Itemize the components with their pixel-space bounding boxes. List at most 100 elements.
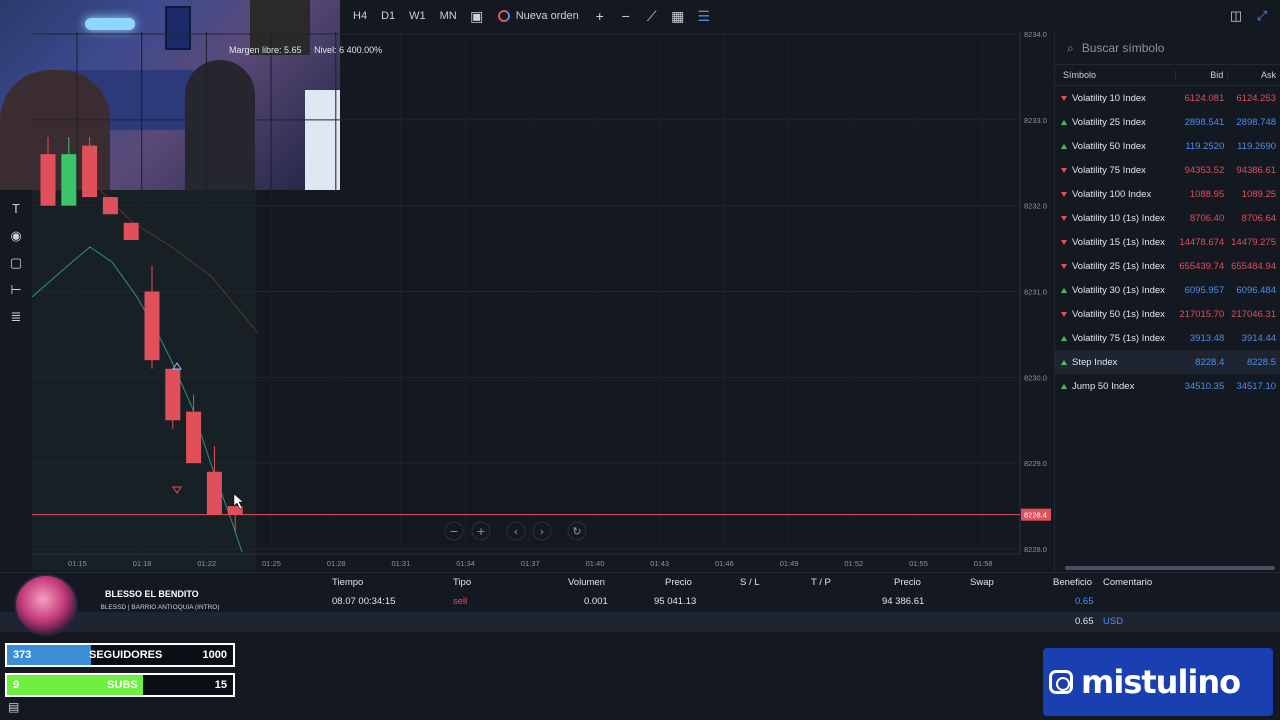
watch-row[interactable]: Volatility 75 Index 94353.52 94386.61 [1055, 158, 1280, 182]
zoom-button-label: + [476, 525, 485, 538]
symbol-search[interactable]: ⌕ Buscar símbolo [1055, 32, 1280, 64]
arrow-up-icon [1061, 335, 1067, 341]
screenshot-icon[interactable]: ◫ [1226, 6, 1246, 26]
col-ask[interactable]: Ask [1228, 70, 1280, 80]
watch-row[interactable]: Volatility 25 Index 2898.541 2898.748 [1055, 110, 1280, 134]
watch-row[interactable]: Volatility 100 Index 1088.95 1089.25 [1055, 182, 1280, 206]
new-order-label: Nueva orden [515, 10, 579, 22]
chart-type-icon[interactable]: ▣ [464, 0, 490, 32]
ask-cell: 2898.748 [1236, 116, 1277, 128]
arrow-down-icon [1061, 215, 1067, 221]
tree-icon[interactable]: ⊢ [0, 276, 32, 303]
col-symbol[interactable]: Símbolo [1055, 70, 1177, 80]
price-tick-label: 8228.0 [1024, 545, 1047, 554]
horizontal-scrollbar[interactable] [1065, 566, 1275, 570]
symbol-name: Volatility 25 (1s) Index [1072, 260, 1165, 272]
time-tick-label: 01:58 [974, 559, 993, 568]
instagram-icon [1049, 670, 1073, 694]
time-tick-label: 01:18 [133, 559, 152, 568]
watch-row[interactable]: Volatility 15 (1s) Index 14478.674 14479.2… [1055, 230, 1280, 254]
symbol-cell: Volatility 75 Index [1055, 165, 1176, 176]
drawing-tools: T ◉ ▢ ⊢ ≣ [0, 195, 32, 330]
time-tick-label: 01:46 [715, 559, 734, 568]
symbol-cell: Step Index [1055, 357, 1176, 368]
symbol-cell: Volatility 10 Index [1055, 93, 1176, 104]
arrow-up-icon [1061, 119, 1067, 125]
new-order-button[interactable]: Nueva orden [490, 10, 587, 22]
instagram-handle: mistulino [1081, 663, 1241, 701]
col-bid[interactable]: Bid [1176, 70, 1229, 80]
fullscreen-icon[interactable]: ⤢ [1252, 6, 1272, 26]
arrow-up-icon [1061, 287, 1067, 293]
symbol-cell: Volatility 50 Index [1055, 141, 1176, 152]
arrow-down-icon [1061, 95, 1067, 101]
price-tick-label: 8233.0 [1024, 116, 1047, 125]
zoom-out-icon[interactable]: − [613, 0, 639, 32]
watch-row[interactable]: Volatility 25 (1s) Index 655439.74 655484.… [1055, 254, 1280, 278]
symbol-name: Volatility 75 (1s) Index [1072, 332, 1165, 344]
trade-volume: 0.001 [584, 596, 608, 607]
symbol-name: Volatility 50 (1s) Index [1072, 308, 1165, 320]
template-icon[interactable]: ☰ [691, 0, 717, 32]
ask-cell: 1089.25 [1241, 188, 1277, 200]
indicators-icon[interactable]: ⟋ [639, 0, 665, 32]
margin-info: Margen libre: 5.65 Nivel: 6 400.00% [229, 45, 382, 55]
watch-row[interactable]: Volatility 10 (1s) Index 8706.40 8706.64 [1055, 206, 1280, 230]
ask-cell: 655484.94 [1231, 260, 1277, 272]
text-tool-icon[interactable]: T [0, 195, 32, 222]
calculator-icon[interactable]: ▤ [8, 700, 19, 714]
timeframe-mn[interactable]: MN [433, 0, 464, 32]
bid-cell: 8706.40 [1189, 212, 1225, 224]
watch-row[interactable]: Volatility 10 Index 6124.081 6124.253 [1055, 86, 1280, 110]
bid-cell: 217015.70 [1179, 308, 1225, 320]
price-tick-label: 8230.0 [1024, 373, 1047, 382]
symbol-cell: Volatility 10 (1s) Index [1055, 213, 1176, 224]
price-chart[interactable]: 8234.0 8233.0 8232.0 8231.0 8230.0 8229.0 8228… [32, 32, 1054, 572]
ask-cell: 3914.44 [1241, 332, 1277, 344]
candle-body [206, 471, 222, 515]
ask-cell: 14479.275 [1231, 236, 1277, 248]
time-tick-label: 01:37 [521, 559, 540, 568]
lock-icon[interactable]: ▢ [0, 249, 32, 276]
zoom-button-label: − [449, 525, 458, 538]
search-input[interactable]: Buscar símbolo [1082, 41, 1165, 55]
watch-row[interactable]: Volatility 30 (1s) Index 6095.957 6096.484 [1055, 278, 1280, 302]
price-tick-label: 8229.0 [1024, 459, 1047, 468]
followers-label: SEGUIDORES [89, 649, 163, 661]
bid-cell: 6095.957 [1184, 284, 1225, 296]
ask-cell: 8706.64 [1241, 212, 1277, 224]
instagram-banner: mistulino [1043, 648, 1273, 716]
chart-svg: 8234.0 8233.0 8232.0 8231.0 8230.0 8229.0 8228… [32, 32, 1051, 570]
bid-cell: 8228.4 [1195, 356, 1225, 368]
symbol-name: Volatility 50 Index [1072, 140, 1146, 152]
watch-row[interactable]: Jump 50 Index 34510.35 34517.10 [1055, 374, 1280, 398]
calendar-icon[interactable]: ▦ [665, 0, 691, 32]
trade-profit: 0.65 [1075, 596, 1094, 607]
followers-goal-bar: 373 SEGUIDORES 1000 [5, 643, 235, 667]
watch-row[interactable]: Volatility 50 (1s) Index 217015.70 217046.… [1055, 302, 1280, 326]
watch-row[interactable]: Step Index 8228.4 8228.5 [1055, 350, 1280, 374]
symbol-name: Volatility 30 (1s) Index [1072, 284, 1165, 296]
symbol-name: Volatility 10 (1s) Index [1072, 212, 1165, 224]
bid-cell: 655439.74 [1179, 260, 1225, 272]
time-tick-label: 01:49 [780, 559, 799, 568]
arrow-down-icon [1061, 263, 1067, 269]
layers-icon[interactable]: ≣ [0, 303, 32, 330]
bid-cell: 14478.674 [1179, 236, 1225, 248]
zoom-in-icon[interactable]: + [587, 0, 613, 32]
eye-icon[interactable]: ◉ [0, 222, 32, 249]
summary-profit: 0.65 [1075, 616, 1094, 627]
time-tick-label: 01:28 [327, 559, 346, 568]
watch-row[interactable]: Volatility 50 Index 119.2520 119.2690 [1055, 134, 1280, 158]
timeframe-h4[interactable]: H4 [346, 0, 374, 32]
bid-cell: 3913.48 [1189, 332, 1225, 344]
time-tick-label: 01:15 [68, 559, 87, 568]
ask-cell: 6096.484 [1236, 284, 1277, 296]
timeframe-w1[interactable]: W1 [402, 0, 433, 32]
ask-cell: 119.2690 [1237, 140, 1277, 152]
watch-row[interactable]: Volatility 75 (1s) Index 3913.48 3914.44 [1055, 326, 1280, 350]
candle-body [102, 197, 118, 215]
timeframe-d1[interactable]: D1 [374, 0, 402, 32]
hdr-type: Tipo [453, 577, 472, 588]
symbol-name: Volatility 10 Index [1072, 92, 1146, 104]
